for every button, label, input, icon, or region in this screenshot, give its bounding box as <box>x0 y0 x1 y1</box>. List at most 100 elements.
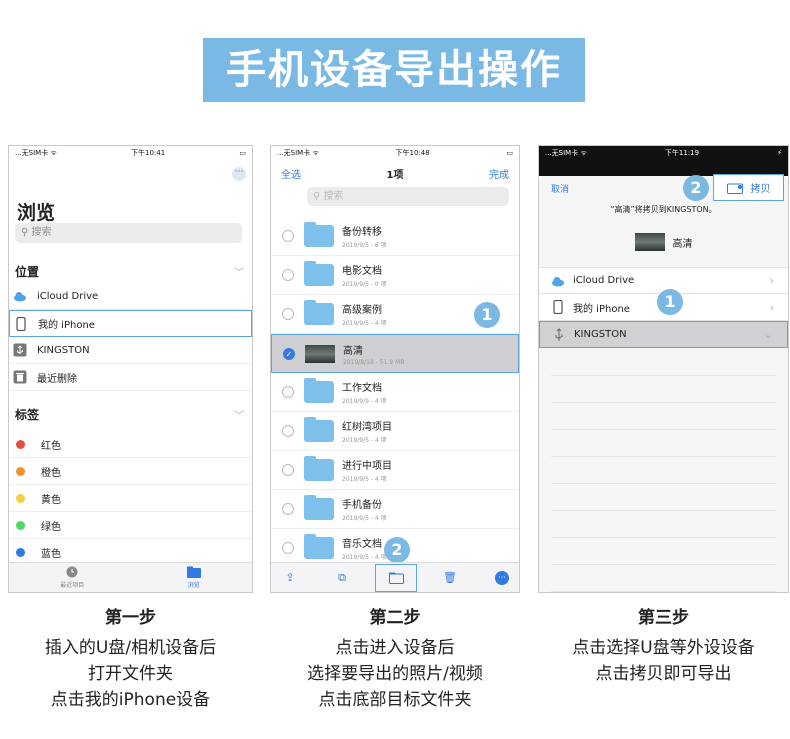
cloud-icon <box>14 292 26 302</box>
radio-unchecked-icon[interactable] <box>282 230 294 242</box>
chevron-down-icon: ⌄ <box>763 328 773 341</box>
trash-icon <box>13 370 27 384</box>
destination-kingston[interactable]: KINGSTON ⌄ <box>539 321 788 348</box>
search-placeholder: 搜索 <box>323 191 344 202</box>
tag-color-dot <box>16 520 25 530</box>
folder-row[interactable]: 工作文档 2019/9/9 - 4 项 <box>271 373 519 412</box>
more-options-icon[interactable]: ··· <box>495 571 509 585</box>
caption-step-3: 第三步 点击选择U盘等外设设备 点击拷贝即可导出 <box>538 605 789 687</box>
radio-unchecked-icon[interactable] <box>282 386 294 398</box>
radio-unchecked-icon[interactable] <box>282 308 294 320</box>
chevron-down-icon[interactable]: ﹀ <box>234 264 244 279</box>
folder-icon <box>304 378 334 403</box>
step-badge-2: 2 <box>384 537 410 563</box>
move-to-folder-button[interactable] <box>375 564 417 592</box>
file-row-selected[interactable]: ✓ 高清 2019/8/18 - 51.9 MB <box>271 334 519 373</box>
duplicate-icon[interactable]: ⧉ <box>335 571 349 585</box>
carrier-text: ...无SIM卡 ᯤ <box>15 149 57 157</box>
tag-label: 橙色 <box>41 467 61 479</box>
battery-icon: ▭ <box>506 149 513 157</box>
caption-line: 点击选择U盘等外设设备 <box>572 638 755 658</box>
radio-unchecked-icon[interactable] <box>282 269 294 281</box>
clock-icon <box>66 566 78 578</box>
phone-screen-copy: ...无SIM卡 ᯤ 下午11:19 ⚡ 取消 拷贝 2 “高清”将拷贝到KINGS… <box>538 145 789 593</box>
search-icon: ⚲ <box>313 191 324 202</box>
copy-destination-message: “高清”将拷贝到KINGSTON。 <box>610 205 717 214</box>
folder-icon <box>304 261 334 286</box>
location-label: 我的 iPhone <box>38 320 95 331</box>
file-preview: 高清 <box>539 233 788 251</box>
chevron-down-icon[interactable]: ﹀ <box>234 407 244 422</box>
folder-row[interactable]: 进行中项目 2019/9/5 - 4 项 <box>271 451 519 490</box>
folder-row[interactable]: 电影文档 2019/9/5 - 0 项 <box>271 256 519 295</box>
caption-title: 第一步 <box>105 608 156 628</box>
location-kingston[interactable]: KINGSTON <box>9 337 252 364</box>
copy-button[interactable]: 拷贝 <box>713 174 784 201</box>
radio-unchecked-icon[interactable] <box>282 425 294 437</box>
folder-row[interactable]: 红树湾项目 2019/9/5 - 4 项 <box>271 412 519 451</box>
list-divider <box>551 375 776 376</box>
list-divider <box>551 429 776 430</box>
search-icon: ⚲ <box>21 227 32 238</box>
tag-item[interactable]: 绿色 <box>9 512 252 539</box>
search-field[interactable]: ⚲ 搜索 <box>15 223 242 243</box>
location-recently-deleted[interactable]: 最近删除 <box>9 364 252 391</box>
battery-icon: ▭ <box>239 149 246 157</box>
list-divider <box>551 402 776 403</box>
checkmark-icon[interactable]: ✓ <box>283 347 295 360</box>
tab-bar: 最近项目 浏览 <box>9 562 252 592</box>
search-field[interactable]: ⚲ 搜索 <box>307 187 509 206</box>
caption-line: 点击拷贝即可导出 <box>595 664 732 684</box>
caption-step-1: 第一步 插入的U盘/相机设备后 打开文件夹 点击我的iPhone设备 <box>8 605 253 713</box>
folder-icon <box>304 495 334 520</box>
battery-icon: ⚡ <box>777 149 782 157</box>
caption-title: 第二步 <box>369 608 421 628</box>
step-badge-1: 1 <box>474 302 500 328</box>
destination-label: iCloud Drive <box>573 275 635 286</box>
folder-icon <box>389 572 404 584</box>
cancel-button[interactable]: 取消 <box>551 182 569 195</box>
location-label: KINGSTON <box>37 344 90 356</box>
status-bar: ...无SIM卡 ᯤ 下午11:19 ⚡ <box>539 146 788 160</box>
section-tags: 标签 <box>15 408 40 422</box>
status-time: 下午10:41 <box>131 149 166 157</box>
folder-icon <box>304 456 334 481</box>
location-icloud-drive[interactable]: iCloud Drive <box>9 283 252 310</box>
folder-row[interactable]: 手机备份 2019/9/5 - 4 项 <box>271 490 519 529</box>
select-all-button[interactable]: 全选 <box>281 166 301 181</box>
browse-title: 浏览 <box>17 202 56 224</box>
tag-item[interactable]: 黄色 <box>9 485 252 512</box>
caption-line: 点击底部目标文件夹 <box>318 690 472 710</box>
destination-label: 我的 iPhone <box>573 303 630 315</box>
caption-line: 点击我的iPhone设备 <box>50 690 211 710</box>
folder-icon <box>304 534 334 559</box>
step-badge-2: 2 <box>683 175 709 201</box>
tag-label: 蓝色 <box>41 548 61 560</box>
radio-unchecked-icon[interactable] <box>282 542 294 554</box>
more-options-icon[interactable]: ··· <box>232 167 246 181</box>
tab-recent[interactable]: 最近项目 <box>60 566 84 589</box>
list-divider <box>551 591 776 592</box>
radio-unchecked-icon[interactable] <box>282 464 294 476</box>
page-title: 手机设备导出操作 <box>203 38 585 102</box>
trash-icon[interactable]: 🗑 <box>443 571 457 585</box>
list-divider <box>551 537 776 538</box>
caption-line: 点击进入设备后 <box>335 638 455 658</box>
location-my-iphone[interactable]: 我的 iPhone <box>9 310 252 337</box>
caption-line: 选择要导出的照片/视频 <box>307 664 483 684</box>
tag-label: 黄色 <box>41 494 61 506</box>
tag-item[interactable]: 红色 <box>9 431 252 458</box>
radio-unchecked-icon[interactable] <box>282 503 294 515</box>
share-icon[interactable]: ⇪ <box>283 571 297 585</box>
status-bar: ...无SIM卡 ᯤ 下午10:41 ▭ <box>9 146 252 160</box>
tag-color-dot <box>16 466 25 476</box>
folder-row[interactable]: 备份转移 2019/9/5 - 6 项 <box>271 217 519 256</box>
destination-label: KINGSTON <box>574 329 627 340</box>
carrier-text: ...无SIM卡 ᯤ <box>545 149 587 157</box>
caption-step-2: 第二步 点击进入设备后 选择要导出的照片/视频 点击底部目标文件夹 <box>270 605 520 713</box>
tab-browse[interactable]: 浏览 <box>186 566 201 589</box>
done-button[interactable]: 完成 <box>489 166 509 181</box>
video-thumbnail <box>305 344 335 363</box>
section-locations: 位置 <box>15 265 40 279</box>
tag-item[interactable]: 橙色 <box>9 458 252 485</box>
